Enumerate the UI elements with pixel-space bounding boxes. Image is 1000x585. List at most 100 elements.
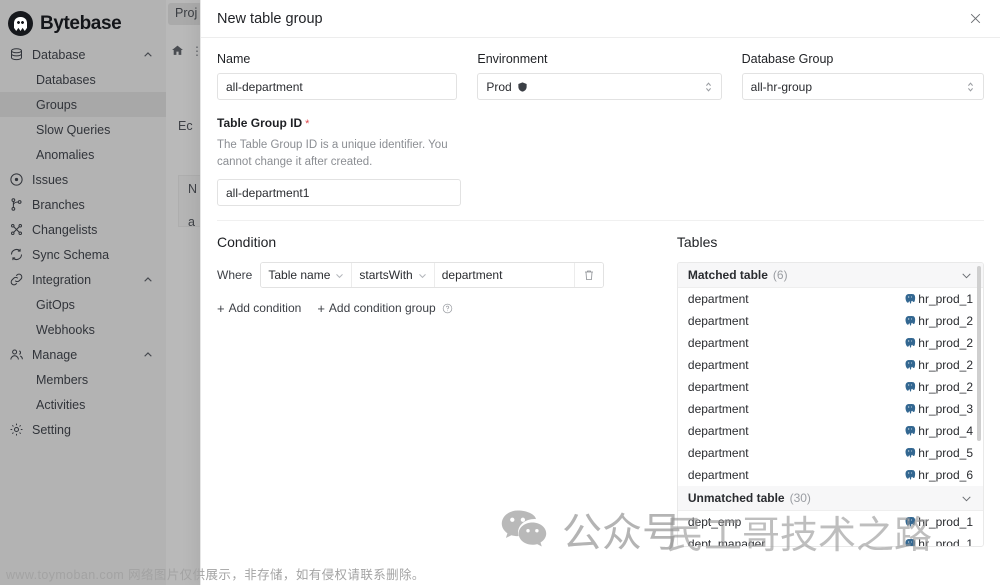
environment-select[interactable]: Prod (477, 73, 722, 100)
condition-actions: + Add condition + Add condition group (217, 301, 667, 315)
bytebase-logo-icon (8, 11, 33, 36)
sidebar: Bytebase Database Databases Groups Slow Que… (0, 0, 166, 585)
chevron-up-icon[interactable] (143, 350, 157, 360)
chevron-down-icon[interactable] (960, 269, 973, 282)
close-icon[interactable] (967, 10, 984, 27)
home-icon[interactable] (171, 44, 184, 57)
tables-scrollbar[interactable] (977, 266, 981, 442)
background-label-a: a (188, 215, 195, 229)
table-name: dept_emp (687, 515, 742, 530)
table-row[interactable]: department hr_prod_2 (678, 332, 983, 354)
people-icon (9, 347, 24, 362)
dialog-title: New table group (217, 10, 323, 27)
chevron-down-icon[interactable] (960, 492, 973, 505)
postgres-icon (904, 381, 916, 393)
table-group-id-input[interactable]: all-department1 (217, 179, 461, 207)
sidebar-item-members[interactable]: Members (0, 367, 166, 392)
table-group-header[interactable]: Unmatched table (30) (677, 486, 983, 512)
branch-icon (9, 197, 24, 212)
sidebar-item-groups[interactable]: Groups (0, 92, 166, 117)
database-group-value: all-hr-group (750, 79, 813, 94)
sidebar-item-manage[interactable]: Manage (0, 342, 166, 367)
dialog-header: New table group (201, 0, 1000, 38)
table-name: department (687, 358, 749, 373)
sidebar-item-webhooks[interactable]: Webhooks (0, 317, 166, 342)
tables-list[interactable]: Matched table (6) department hr_prod_1 depar… (677, 263, 983, 547)
sidebar-item-slow-queries[interactable]: Slow Queries (0, 117, 166, 142)
sidebar-item-sync-schema[interactable]: Sync Schema (0, 242, 166, 267)
table-row[interactable]: department hr_prod_6 (678, 464, 983, 486)
sidebar-item-branches[interactable]: Branches (0, 192, 166, 217)
name-input[interactable]: all-department (217, 73, 458, 100)
table-database: hr_prod_6 (904, 468, 973, 482)
sidebar-item-integration[interactable]: Integration (0, 267, 166, 292)
table-row[interactable]: department hr_prod_2 (678, 354, 983, 376)
postgres-icon (904, 538, 916, 547)
tables-panel: Matched table (6) department hr_prod_1 depar… (676, 262, 984, 548)
table-database: hr_prod_2 (904, 358, 973, 372)
add-condition-group-button[interactable]: + Add condition group (317, 301, 452, 315)
database-name: hr_prod_2 (918, 314, 973, 329)
condition-operator-select[interactable]: startsWith (352, 263, 435, 288)
condition-value-input[interactable]: department (434, 263, 575, 288)
new-table-group-dialog: New table group Name all-department Envi… (200, 0, 1000, 585)
table-row[interactable]: department hr_prod_5 (678, 442, 983, 464)
table-group-id-field-group: Table Group ID * The Table Group ID is a … (217, 114, 984, 207)
table-row[interactable]: dept_emp hr_prod_1 (678, 511, 983, 533)
table-row[interactable]: department hr_prod_3 (678, 398, 983, 420)
postgres-icon (904, 359, 916, 371)
database-name: hr_prod_2 (918, 336, 973, 351)
sidebar-item-activities[interactable]: Activities (0, 392, 166, 417)
table-row[interactable]: department hr_prod_4 (678, 420, 983, 442)
postgres-icon (904, 516, 916, 528)
brand-logo[interactable]: Bytebase (0, 0, 166, 36)
condition-controls: Table name startsWith department (260, 262, 604, 289)
postgres-icon (904, 315, 916, 327)
sidebar-item-label: Members (36, 372, 89, 387)
add-condition-button[interactable]: + Add condition (217, 301, 301, 315)
sidebar-item-databases[interactable]: Databases (0, 67, 166, 92)
database-name: hr_prod_2 (918, 380, 973, 395)
table-database: hr_prod_1 (904, 292, 973, 306)
table-row[interactable]: department hr_prod_2 (678, 310, 983, 332)
table-group-header[interactable]: Matched table (6) (677, 263, 983, 289)
chevron-down-icon (335, 271, 344, 280)
brand-name: Bytebase (40, 12, 122, 34)
question-circle-icon[interactable] (442, 303, 453, 314)
postgres-icon (904, 469, 916, 481)
condition-field-select[interactable]: Table name (261, 263, 353, 288)
sidebar-item-label: GitOps (36, 297, 75, 312)
table-row[interactable]: dept_manager hr_prod_1 (678, 533, 983, 547)
table-name: department (687, 314, 749, 329)
database-name: hr_prod_1 (918, 537, 973, 548)
table-database: hr_prod_2 (904, 314, 973, 328)
chevron-up-icon[interactable] (143, 50, 157, 60)
database-group-select[interactable]: all-hr-group (741, 73, 984, 100)
chevron-up-icon[interactable] (143, 275, 157, 285)
table-row[interactable]: department hr_prod_1 (678, 288, 983, 310)
condition-row: Where Table name startsWith department (217, 262, 667, 289)
gear-icon (9, 422, 24, 437)
table-group-label: Matched table (687, 268, 768, 283)
table-row[interactable]: department hr_prod_2 (678, 376, 983, 398)
sidebar-item-issues[interactable]: Issues (0, 167, 166, 192)
environment-field-group: Environment Prod (477, 52, 722, 100)
project-tab[interactable]: Proj (168, 3, 205, 25)
postgres-icon (904, 293, 916, 305)
trash-icon[interactable] (574, 263, 603, 288)
sidebar-item-label: Slow Queries (36, 122, 111, 137)
name-label: Name (217, 52, 251, 66)
sidebar-item-anomalies[interactable]: Anomalies (0, 142, 166, 167)
sidebar-item-database[interactable]: Database (0, 42, 166, 67)
database-name: hr_prod_4 (918, 424, 973, 439)
sidebar-item-gitops[interactable]: GitOps (0, 292, 166, 317)
database-name: hr_prod_1 (918, 292, 973, 307)
table-database: hr_prod_1 (904, 537, 973, 547)
table-name: department (687, 336, 749, 351)
tables-section: Tables Matched table (6) department hr_prod… (676, 234, 984, 548)
shuffle-icon (9, 222, 24, 237)
table-group-label: Unmatched table (687, 491, 785, 506)
sidebar-item-changelists[interactable]: Changelists (0, 217, 166, 242)
sidebar-item-setting[interactable]: Setting (0, 417, 166, 442)
sync-icon (9, 247, 24, 262)
